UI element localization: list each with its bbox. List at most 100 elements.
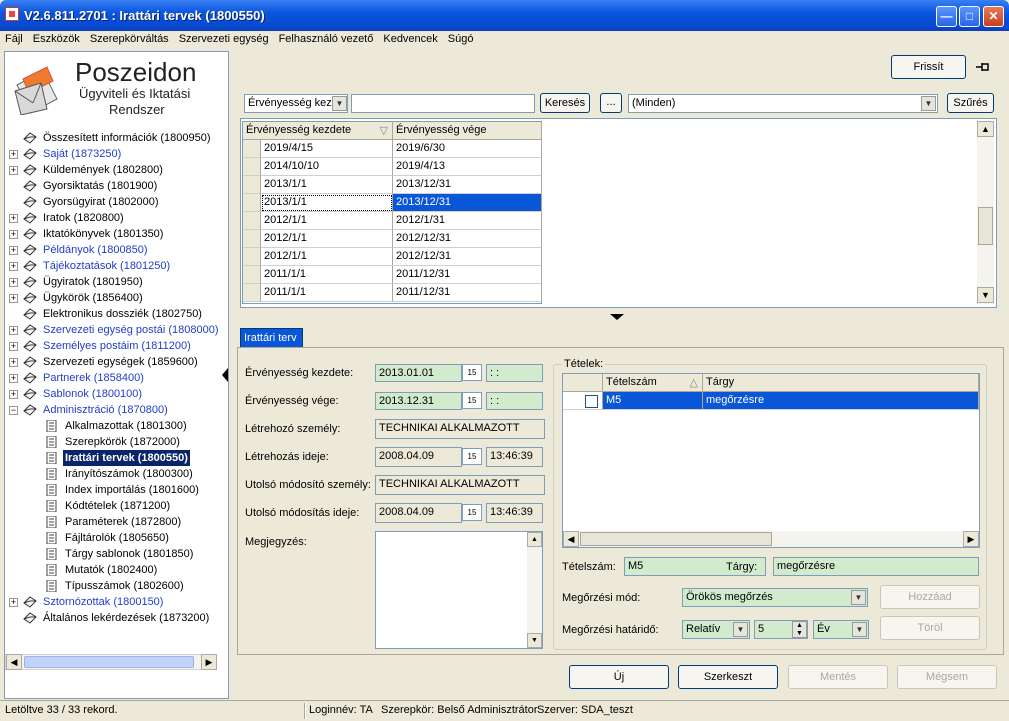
table-cell[interactable]: 2013/1/1 [261,176,393,194]
scroll-thumb[interactable] [978,207,993,245]
search-button[interactable]: Keresés [540,93,590,113]
tree-item[interactable]: Összesített információk (1800950) [5,130,227,146]
row-checkbox-cell[interactable] [563,392,603,410]
menu-favorites[interactable]: Kedvencek [378,31,442,45]
expand-icon[interactable]: + [9,214,18,223]
tree-item[interactable]: Index importálás (1801600) [5,482,227,498]
table-cell[interactable]: 2019/4/15 [261,140,393,158]
table-cell[interactable]: 2012/1/1 [261,230,393,248]
tree-item[interactable]: + Szervezeti egységek (1859600) [5,354,227,370]
table-cell[interactable]: 2014/10/10 [261,158,393,176]
chevron-down-icon[interactable]: ▼ [851,590,866,605]
table-cell[interactable]: 2013/12/31 [393,176,542,194]
collapse-panel-handle[interactable] [219,362,231,388]
scroll-right-icon[interactable]: ▶ [201,654,217,670]
chevron-down-icon[interactable]: ▼ [332,96,347,111]
grid-vertical-scrollbar[interactable]: ▲ ▼ [977,121,994,304]
new-button[interactable]: Új [569,665,669,689]
row-indicator[interactable] [243,158,261,176]
row-indicator[interactable] [243,248,261,266]
table-cell[interactable]: 2012/1/1 [261,248,393,266]
column-header-end[interactable]: Érvényesség vége [393,122,542,140]
tree-item[interactable]: Alkalmazottak (1801300) [5,418,227,434]
scroll-thumb[interactable] [580,532,772,546]
start-time-field[interactable]: : : [486,364,543,382]
expand-icon[interactable]: + [9,166,18,175]
tree-item[interactable]: Kódtételek (1871200) [5,498,227,514]
tree-item[interactable]: + Példányok (1800850) [5,242,227,258]
end-time-field[interactable]: : : [486,392,543,410]
menu-file[interactable]: Fájl [0,31,28,45]
table-cell[interactable]: 2011/1/1 [261,284,393,302]
table-cell[interactable]: 2019/6/30 [393,140,542,158]
menu-user-manager[interactable]: Felhasználó vezető [274,31,379,45]
tree-horizontal-scrollbar[interactable]: ◀ ▶ [5,654,217,670]
end-date-field[interactable]: 2013.12.31 [375,392,462,410]
filter-button[interactable]: Szűrés [947,93,994,113]
tree-item[interactable]: Szerepkörök (1872000) [5,434,227,450]
tab-irattari-terv[interactable]: Irattári terv [240,328,303,348]
pin-icon[interactable] [974,60,992,74]
start-date-field[interactable]: 2013.01.01 [375,364,462,382]
expand-icon[interactable]: + [9,326,18,335]
expand-icon[interactable]: + [9,374,18,383]
delete-button[interactable]: Töröl [880,616,980,640]
tree-item[interactable]: Irattári tervek (1800550) [5,450,227,466]
column-header-start[interactable]: Érvényesség kezdete ▽ [243,122,393,140]
tree-item[interactable]: + Ügyiratok (1801950) [5,274,227,290]
table-cell[interactable]: 2013/12/31 [393,194,542,212]
row-indicator[interactable] [243,176,261,194]
scroll-down-icon[interactable]: ▼ [977,287,994,303]
table-cell[interactable]: 2011/12/31 [393,266,542,284]
expand-icon[interactable]: + [9,246,18,255]
scroll-right-icon[interactable]: ▶ [963,531,979,547]
tree-item[interactable]: Irányítószámok (1800300) [5,466,227,482]
tree-item[interactable]: − Adminisztráció (1870800) [5,402,227,418]
tree-item[interactable]: Mutatók (1802400) [5,562,227,578]
row-indicator[interactable] [243,212,261,230]
row-checkbox[interactable] [585,395,598,408]
expand-icon[interactable]: + [9,278,18,287]
tree-item[interactable]: Fájltárolók (1805650) [5,530,227,546]
expand-icon[interactable]: + [9,342,18,351]
column-header-subject[interactable]: Tárgy [703,374,979,392]
tree-item[interactable]: + Szervezeti egység postái (1808000) [5,322,227,338]
ellipsis-button[interactable]: ... [600,93,622,113]
expand-icon[interactable]: + [9,294,18,303]
menu-help[interactable]: Súgó [443,31,479,45]
scroll-up-icon[interactable]: ▲ [977,121,994,137]
filter-select[interactable]: (Minden) [628,94,938,113]
tree-item[interactable]: Gyorsügyirat (1802000) [5,194,227,210]
subject-field[interactable]: megőrzésre [773,557,979,576]
row-indicator[interactable] [243,230,261,248]
note-textarea[interactable] [375,531,543,649]
row-indicator[interactable] [243,266,261,284]
menu-tools[interactable]: Eszközök [28,31,85,45]
table-cell[interactable]: 2011/12/31 [393,284,542,302]
expand-icon[interactable]: + [9,390,18,399]
expand-icon[interactable]: + [9,230,18,239]
expand-icon[interactable]: + [9,358,18,367]
tree-item[interactable]: + Saját (1873250) [5,146,227,162]
items-horizontal-scrollbar[interactable]: ◀ ▶ [563,531,979,547]
chevron-down-icon[interactable]: ▼ [852,622,867,637]
collapse-icon[interactable]: − [9,406,18,415]
table-cell[interactable]: 2012/1/31 [393,212,542,230]
scroll-left-icon[interactable]: ◀ [6,654,22,670]
tree-item[interactable]: + Sablonok (1800100) [5,386,227,402]
refresh-button[interactable]: Frissít [891,55,966,79]
scroll-down-icon[interactable]: ▼ [527,633,542,648]
add-button[interactable]: Hozzáad [880,585,980,609]
tree-item[interactable]: + Iktatókönyvek (1801350) [5,226,227,242]
column-header-itemno[interactable]: Tételszám △ [603,374,703,392]
tree-item[interactable]: Általános lekérdezések (1873200) [5,610,227,626]
row-indicator[interactable] [243,194,261,212]
table-cell[interactable]: 2012/12/31 [393,230,542,248]
tree-item[interactable]: + Személyes postáim (1811200) [5,338,227,354]
retention-select[interactable]: Örökös megőrzés [682,588,868,607]
splitter-down-icon[interactable] [602,312,632,322]
table-cell[interactable]: M5 [603,392,703,410]
search-input[interactable] [351,94,535,113]
tree-item[interactable]: Gyorsiktatás (1801900) [5,178,227,194]
scroll-left-icon[interactable]: ◀ [563,531,579,547]
